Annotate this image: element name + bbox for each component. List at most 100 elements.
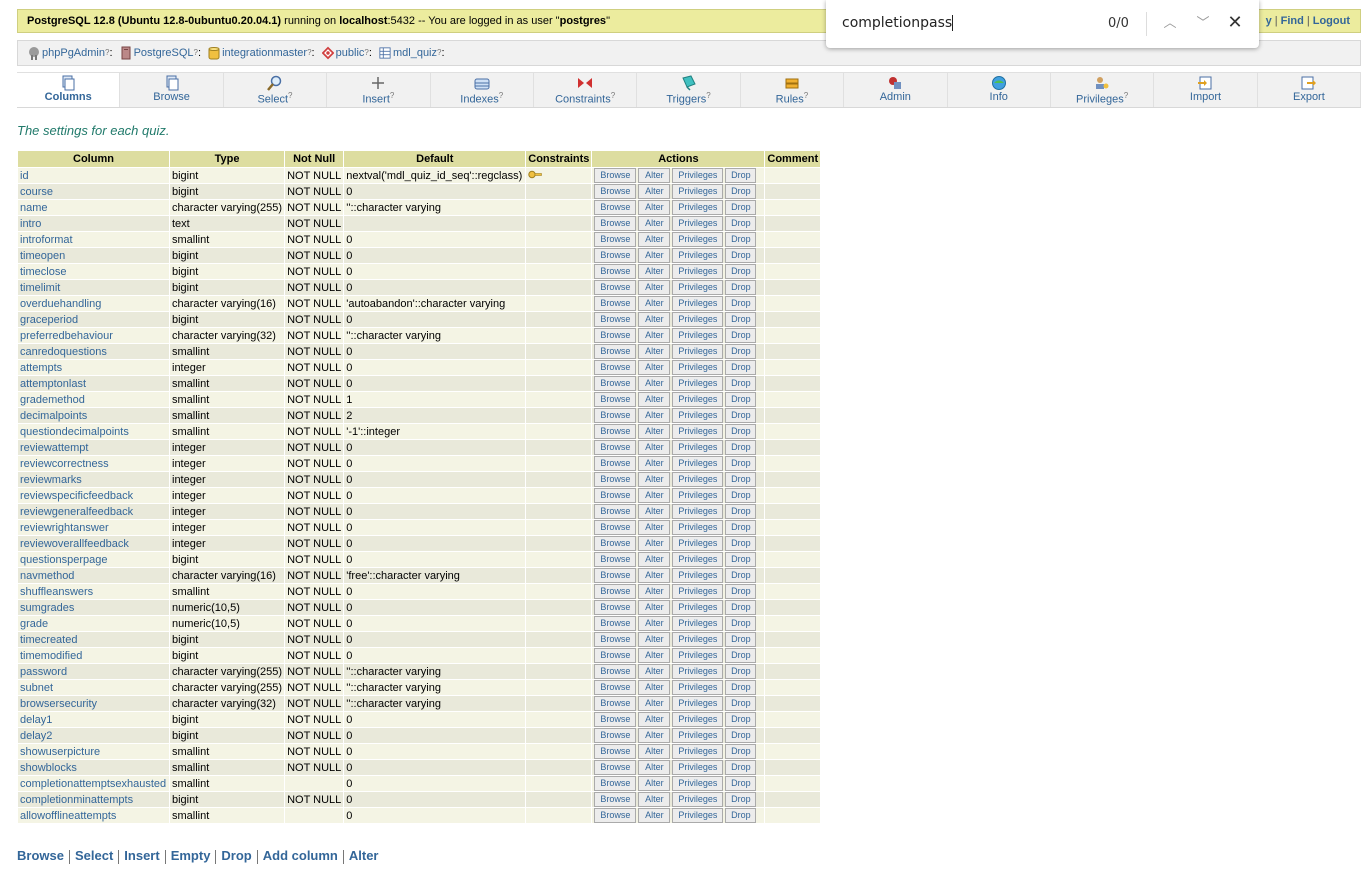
column-name-link[interactable]: timeclose bbox=[18, 264, 169, 280]
drop-button[interactable]: Drop bbox=[725, 376, 757, 391]
browse-button[interactable]: Browse bbox=[594, 648, 637, 663]
drop-button[interactable]: Drop bbox=[725, 568, 757, 583]
drop-button[interactable]: Drop bbox=[725, 696, 757, 711]
privileges-button[interactable]: Privileges bbox=[672, 808, 724, 823]
add-column-link[interactable]: Add column bbox=[263, 848, 338, 863]
column-name-link[interactable]: attemptonlast bbox=[18, 376, 169, 392]
privileges-button[interactable]: Privileges bbox=[672, 216, 724, 231]
column-name-link[interactable]: preferredbehaviour bbox=[18, 328, 169, 344]
browse-button[interactable]: Browse bbox=[594, 232, 637, 247]
browse-button[interactable]: Browse bbox=[594, 440, 637, 455]
browse-button[interactable]: Browse bbox=[594, 568, 637, 583]
drop-button[interactable]: Drop bbox=[725, 536, 757, 551]
column-name-link[interactable]: subnet bbox=[18, 680, 169, 696]
browse-button[interactable]: Browse bbox=[594, 312, 637, 327]
privileges-button[interactable]: Privileges bbox=[672, 584, 724, 599]
privileges-button[interactable]: Privileges bbox=[672, 776, 724, 791]
browse-button[interactable]: Browse bbox=[594, 488, 637, 503]
column-name-link[interactable]: delay2 bbox=[18, 728, 169, 744]
drop-button[interactable]: Drop bbox=[725, 216, 757, 231]
column-name-link[interactable]: timelimit bbox=[18, 280, 169, 296]
drop-button[interactable]: Drop bbox=[725, 808, 757, 823]
drop-button[interactable]: Drop bbox=[725, 680, 757, 695]
alter-button[interactable]: Alter bbox=[638, 728, 671, 743]
column-name-link[interactable]: shuffleanswers bbox=[18, 584, 169, 600]
browse-button[interactable]: Browse bbox=[594, 632, 637, 647]
column-name-link[interactable]: completionattemptsexhausted bbox=[18, 776, 169, 792]
privileges-button[interactable]: Privileges bbox=[672, 296, 724, 311]
column-name-link[interactable]: course bbox=[18, 184, 169, 200]
alter-button[interactable]: Alter bbox=[638, 792, 671, 807]
privileges-button[interactable]: Privileges bbox=[672, 200, 724, 215]
column-name-link[interactable]: completionminattempts bbox=[18, 792, 169, 808]
column-name-link[interactable]: delay1 bbox=[18, 712, 169, 728]
drop-button[interactable]: Drop bbox=[725, 504, 757, 519]
alter-button[interactable]: Alter bbox=[638, 664, 671, 679]
browse-button[interactable]: Browse bbox=[594, 184, 637, 199]
insert-link[interactable]: Insert bbox=[124, 848, 159, 863]
browse-button[interactable]: Browse bbox=[594, 584, 637, 599]
privileges-button[interactable]: Privileges bbox=[672, 280, 724, 295]
browse-button[interactable]: Browse bbox=[594, 808, 637, 823]
drop-button[interactable]: Drop bbox=[725, 600, 757, 615]
alter-button[interactable]: Alter bbox=[638, 744, 671, 759]
browse-button[interactable]: Browse bbox=[594, 472, 637, 487]
alter-button[interactable]: Alter bbox=[638, 360, 671, 375]
alter-button[interactable]: Alter bbox=[638, 264, 671, 279]
alter-link[interactable]: Alter bbox=[349, 848, 379, 863]
drop-link[interactable]: Drop bbox=[221, 848, 251, 863]
drop-button[interactable]: Drop bbox=[725, 328, 757, 343]
alter-button[interactable]: Alter bbox=[638, 504, 671, 519]
browse-button[interactable]: Browse bbox=[594, 424, 637, 439]
chevron-down-icon[interactable]: ﹀ bbox=[1193, 14, 1213, 34]
column-name-link[interactable]: name bbox=[18, 200, 169, 216]
drop-button[interactable]: Drop bbox=[725, 440, 757, 455]
alter-button[interactable]: Alter bbox=[638, 552, 671, 567]
alter-button[interactable]: Alter bbox=[638, 456, 671, 471]
tab-columns[interactable]: Columns bbox=[17, 73, 121, 107]
privileges-button[interactable]: Privileges bbox=[672, 568, 724, 583]
tab-select[interactable]: Select? bbox=[223, 73, 328, 107]
browse-button[interactable]: Browse bbox=[594, 600, 637, 615]
browse-button[interactable]: Browse bbox=[594, 792, 637, 807]
privileges-button[interactable]: Privileges bbox=[672, 424, 724, 439]
privileges-button[interactable]: Privileges bbox=[672, 760, 724, 775]
alter-button[interactable]: Alter bbox=[638, 232, 671, 247]
privileges-button[interactable]: Privileges bbox=[672, 360, 724, 375]
browse-button[interactable]: Browse bbox=[594, 728, 637, 743]
alter-button[interactable]: Alter bbox=[638, 392, 671, 407]
privileges-button[interactable]: Privileges bbox=[672, 792, 724, 807]
privileges-button[interactable]: Privileges bbox=[672, 328, 724, 343]
column-name-link[interactable]: reviewmarks bbox=[18, 472, 169, 488]
privileges-button[interactable]: Privileges bbox=[672, 648, 724, 663]
privileges-button[interactable]: Privileges bbox=[672, 376, 724, 391]
alter-button[interactable]: Alter bbox=[638, 328, 671, 343]
alter-button[interactable]: Alter bbox=[638, 760, 671, 775]
column-name-link[interactable]: reviewspecificfeedback bbox=[18, 488, 169, 504]
empty-link[interactable]: Empty bbox=[171, 848, 211, 863]
column-name-link[interactable]: graceperiod bbox=[18, 312, 169, 328]
tab-info[interactable]: Info bbox=[947, 73, 1051, 107]
trail-phppgadmin[interactable]: phpPgAdmin?: bbox=[28, 41, 113, 65]
column-name-link[interactable]: allowofflineattempts bbox=[18, 808, 169, 824]
alter-button[interactable]: Alter bbox=[638, 696, 671, 711]
privileges-button[interactable]: Privileges bbox=[672, 344, 724, 359]
privileges-button[interactable]: Privileges bbox=[672, 184, 724, 199]
column-name-link[interactable]: questiondecimalpoints bbox=[18, 424, 169, 440]
column-name-link[interactable]: reviewcorrectness bbox=[18, 456, 169, 472]
chevron-up-icon[interactable]: ︿ bbox=[1160, 14, 1180, 34]
privileges-button[interactable]: Privileges bbox=[672, 616, 724, 631]
browse-button[interactable]: Browse bbox=[594, 168, 637, 183]
drop-button[interactable]: Drop bbox=[725, 472, 757, 487]
tab-privileges[interactable]: Privileges? bbox=[1050, 73, 1155, 107]
privileges-button[interactable]: Privileges bbox=[672, 680, 724, 695]
drop-button[interactable]: Drop bbox=[725, 360, 757, 375]
browse-button[interactable]: Browse bbox=[594, 456, 637, 471]
browse-button[interactable]: Browse bbox=[594, 760, 637, 775]
column-name-link[interactable]: grademethod bbox=[18, 392, 169, 408]
privileges-button[interactable]: Privileges bbox=[672, 472, 724, 487]
privileges-button[interactable]: Privileges bbox=[672, 248, 724, 263]
browse-button[interactable]: Browse bbox=[594, 664, 637, 679]
alter-button[interactable]: Alter bbox=[638, 616, 671, 631]
privileges-button[interactable]: Privileges bbox=[672, 392, 724, 407]
